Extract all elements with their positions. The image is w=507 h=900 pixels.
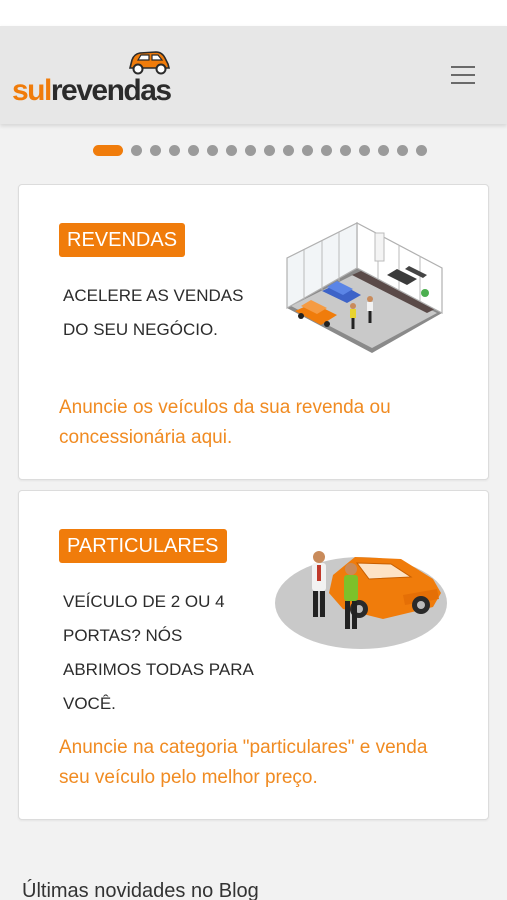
carousel-dot[interactable] <box>226 145 237 156</box>
carousel-dot[interactable] <box>207 145 218 156</box>
menu-bar <box>451 82 475 84</box>
particulares-cta-link[interactable]: Anuncie na categoria "particulares" e ve… <box>59 733 459 793</box>
sulrevendas-logo[interactable]: sulrevendas <box>12 48 177 108</box>
blog-section-title: Últimas novidades no Blog <box>22 880 259 900</box>
carousel-dot[interactable] <box>131 145 142 156</box>
revendas-cta-link[interactable]: Anuncie os veículos da sua revenda ou co… <box>59 393 459 453</box>
menu-bar <box>451 66 475 68</box>
carousel-dot[interactable] <box>340 145 351 156</box>
menu-bar <box>451 74 475 76</box>
logo-text-sul: sul <box>12 74 52 107</box>
logo-wordmark: sulrevendas <box>12 74 172 108</box>
card-particulares: PARTICULARES VEÍCULO DE 2 OU 4 PORTAS? N… <box>18 490 489 820</box>
carousel-dot[interactable] <box>321 145 332 156</box>
carousel-dot[interactable] <box>302 145 313 156</box>
carousel-dot[interactable] <box>93 145 123 156</box>
particulares-badge[interactable]: PARTICULARES <box>59 529 227 563</box>
carousel-dot[interactable] <box>264 145 275 156</box>
carousel-dot[interactable] <box>283 145 294 156</box>
carousel-dot[interactable] <box>359 145 370 156</box>
carousel-dot[interactable] <box>188 145 199 156</box>
revendas-badge[interactable]: REVENDAS <box>59 223 186 257</box>
car-showroom-illustration <box>286 222 443 353</box>
revendas-lead-text: ACELERE AS VENDAS DO SEU NEGÓCIO. <box>63 286 244 339</box>
site-header: sulrevendas <box>0 26 507 124</box>
carousel-dot[interactable] <box>169 145 180 156</box>
carousel-dot[interactable] <box>416 145 427 156</box>
particulares-lead-text: VEÍCULO DE 2 OU 4 PORTAS? NÓS ABRIMOS TO… <box>63 592 253 713</box>
private-car-sale-illustration <box>275 551 447 649</box>
carousel-dot[interactable] <box>378 145 389 156</box>
card-revendas: REVENDAS ACELERE AS VENDAS DO SEU NEGÓCI… <box>18 184 489 480</box>
carousel-dot[interactable] <box>150 145 161 156</box>
carousel-dot[interactable] <box>245 145 256 156</box>
hamburger-menu-icon[interactable] <box>448 62 478 88</box>
logo-text-revendas: revendas <box>50 74 172 107</box>
carousel-pagination <box>0 143 507 159</box>
carousel-dot[interactable] <box>397 145 408 156</box>
top-strip <box>0 0 507 26</box>
